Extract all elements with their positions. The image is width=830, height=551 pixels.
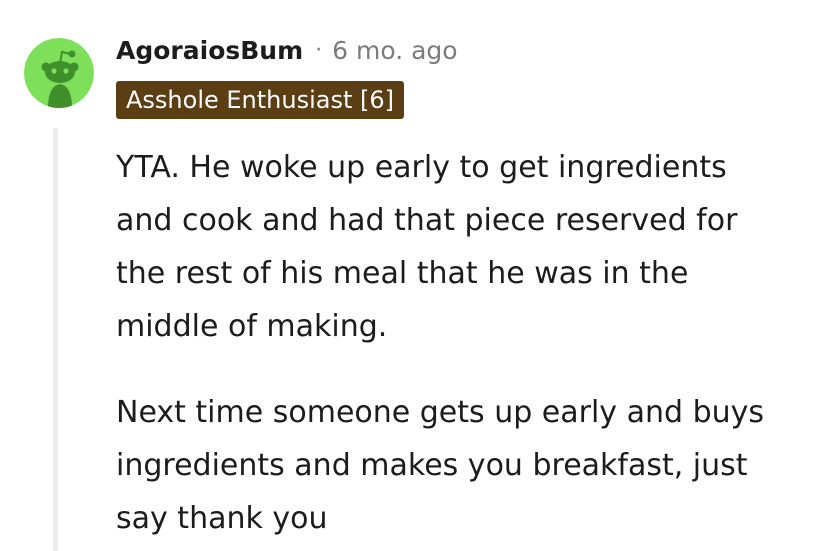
avatar[interactable] (24, 38, 94, 108)
comment-header: AgoraiosBum · 6 mo. ago (116, 30, 458, 70)
comment-paragraph: YTA. He woke up early to get ingredients… (116, 150, 738, 344)
separator-dot: · (315, 37, 323, 63)
thread-line[interactable] (53, 128, 58, 551)
snoo-avatar-icon (24, 38, 94, 108)
timestamp[interactable]: 6 mo. ago (332, 36, 457, 65)
username[interactable]: AgoraiosBum (116, 36, 303, 65)
comment-body: YTA. He woke up early to get ingredients… (116, 141, 828, 551)
user-flair: Asshole Enthusiast [6] (116, 81, 405, 119)
comment-paragraph: Next time someone gets up early and buys… (116, 395, 765, 536)
